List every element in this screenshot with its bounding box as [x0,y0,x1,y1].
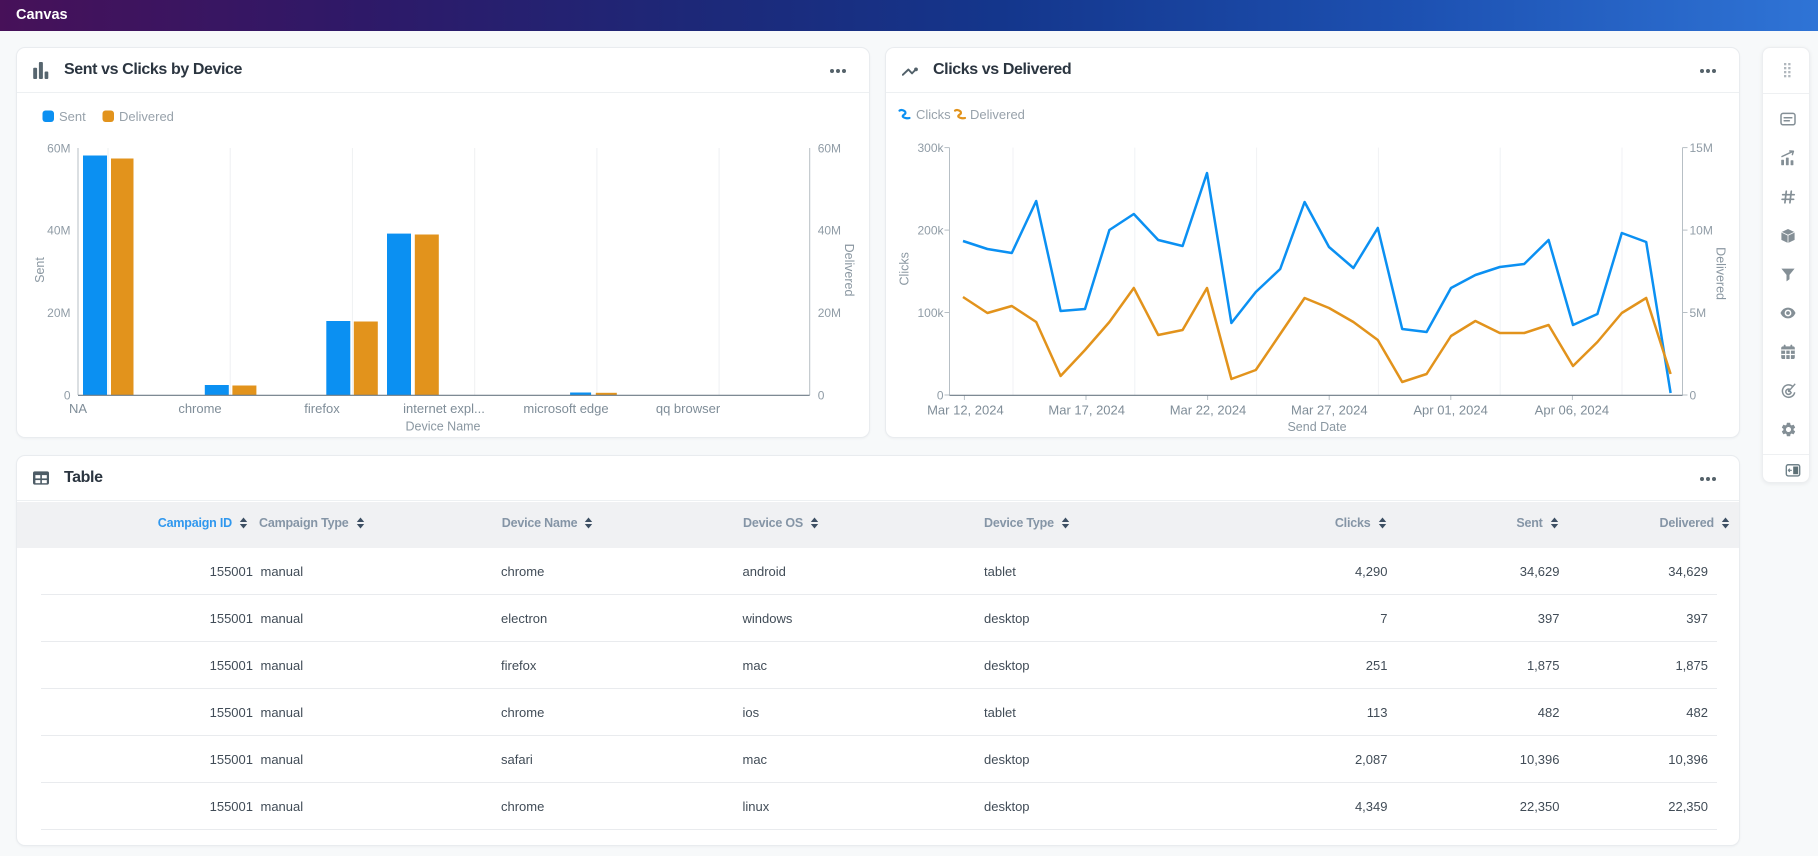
svg-text:20M: 20M [818,306,841,320]
svg-text:Delivered: Delivered [970,107,1025,122]
svg-text:chrome: chrome [178,401,221,416]
svg-text:0: 0 [1690,388,1697,402]
svg-text:firefox: firefox [304,401,340,416]
svg-text:Clicks: Clicks [897,252,911,285]
svg-text:0: 0 [818,388,825,402]
svg-text:300k: 300k [917,141,944,155]
svg-text:200k: 200k [917,223,944,237]
svg-text:Sent: Sent [59,109,86,124]
svg-text:microsoft edge: microsoft edge [523,401,608,416]
svg-text:5M: 5M [1690,306,1707,320]
svg-text:Mar 27, 2024: Mar 27, 2024 [1291,403,1368,418]
svg-text:Mar 22, 2024: Mar 22, 2024 [1170,403,1247,418]
svg-text:0: 0 [937,388,944,402]
svg-text:Mar 17, 2024: Mar 17, 2024 [1048,403,1125,418]
svg-text:Apr 06, 2024: Apr 06, 2024 [1535,403,1609,418]
svg-text:Send Date: Send Date [1287,420,1346,434]
svg-text:40M: 40M [47,224,70,238]
svg-text:Clicks: Clicks [916,107,951,122]
svg-text:20M: 20M [47,306,70,320]
svg-text:Mar 12, 2024: Mar 12, 2024 [927,403,1004,418]
svg-text:Sent: Sent [33,257,47,283]
svg-text:NA: NA [69,401,87,416]
svg-text:100k: 100k [917,306,944,320]
svg-text:Device Name: Device Name [405,420,480,434]
svg-text:10M: 10M [1690,223,1713,237]
svg-text:Delivered: Delivered [842,244,856,297]
svg-text:internet expl...: internet expl... [403,401,485,416]
svg-text:Delivered: Delivered [119,109,174,124]
svg-text:60M: 60M [47,141,70,155]
svg-text:40M: 40M [818,224,841,238]
svg-text:Delivered: Delivered [1713,247,1727,300]
svg-text:15M: 15M [1690,141,1713,155]
svg-text:60M: 60M [818,141,841,155]
svg-text:qq browser: qq browser [656,401,721,416]
svg-text:Apr 01, 2024: Apr 01, 2024 [1413,403,1487,418]
